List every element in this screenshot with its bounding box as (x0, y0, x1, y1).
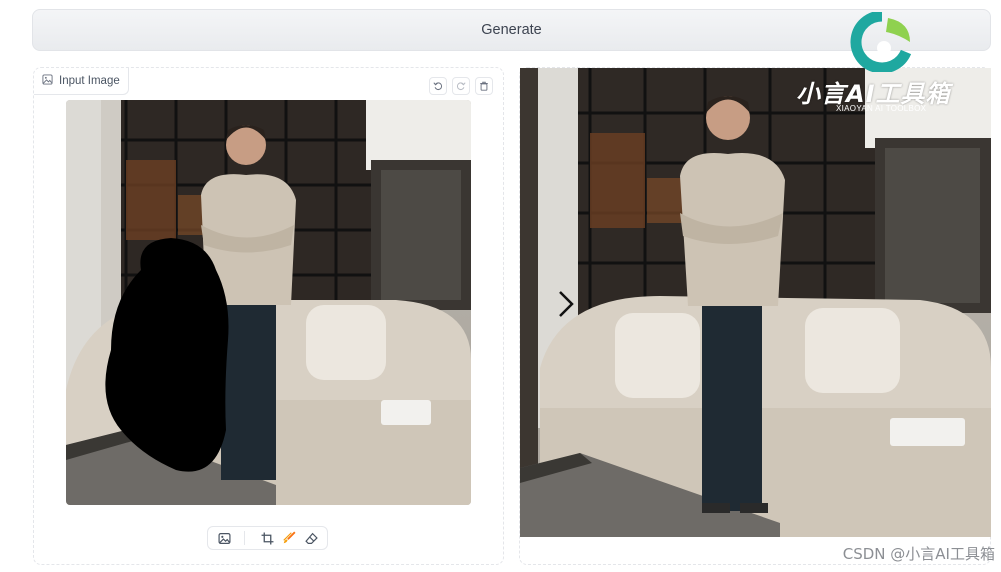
undo-icon[interactable] (429, 77, 447, 95)
crop-icon[interactable] (259, 530, 275, 546)
input-photo[interactable] (66, 100, 471, 505)
eraser-icon[interactable] (303, 530, 319, 546)
edit-toolbar (207, 526, 328, 550)
csdn-watermark: CSDN @小言AI工具箱 (842, 545, 995, 563)
xiaoyan-logo-icon (848, 10, 916, 74)
redo-icon[interactable] (452, 77, 470, 95)
toolbar-divider (244, 531, 245, 545)
logo-subtitle: XIAOYAN AI TOOLBOX (836, 104, 927, 113)
input-photo-scene (66, 100, 471, 505)
output-photo-scene (520, 68, 991, 537)
input-image-label-text: Input Image (59, 75, 120, 87)
chevron-right-icon[interactable] (555, 288, 577, 320)
image-icon (42, 74, 53, 88)
input-image-label: Input Image (34, 68, 129, 95)
brush-icon[interactable] (281, 530, 297, 546)
output-photo (520, 68, 991, 537)
image-actions (429, 77, 493, 95)
trash-icon[interactable] (475, 77, 493, 95)
image-icon[interactable] (216, 530, 232, 546)
